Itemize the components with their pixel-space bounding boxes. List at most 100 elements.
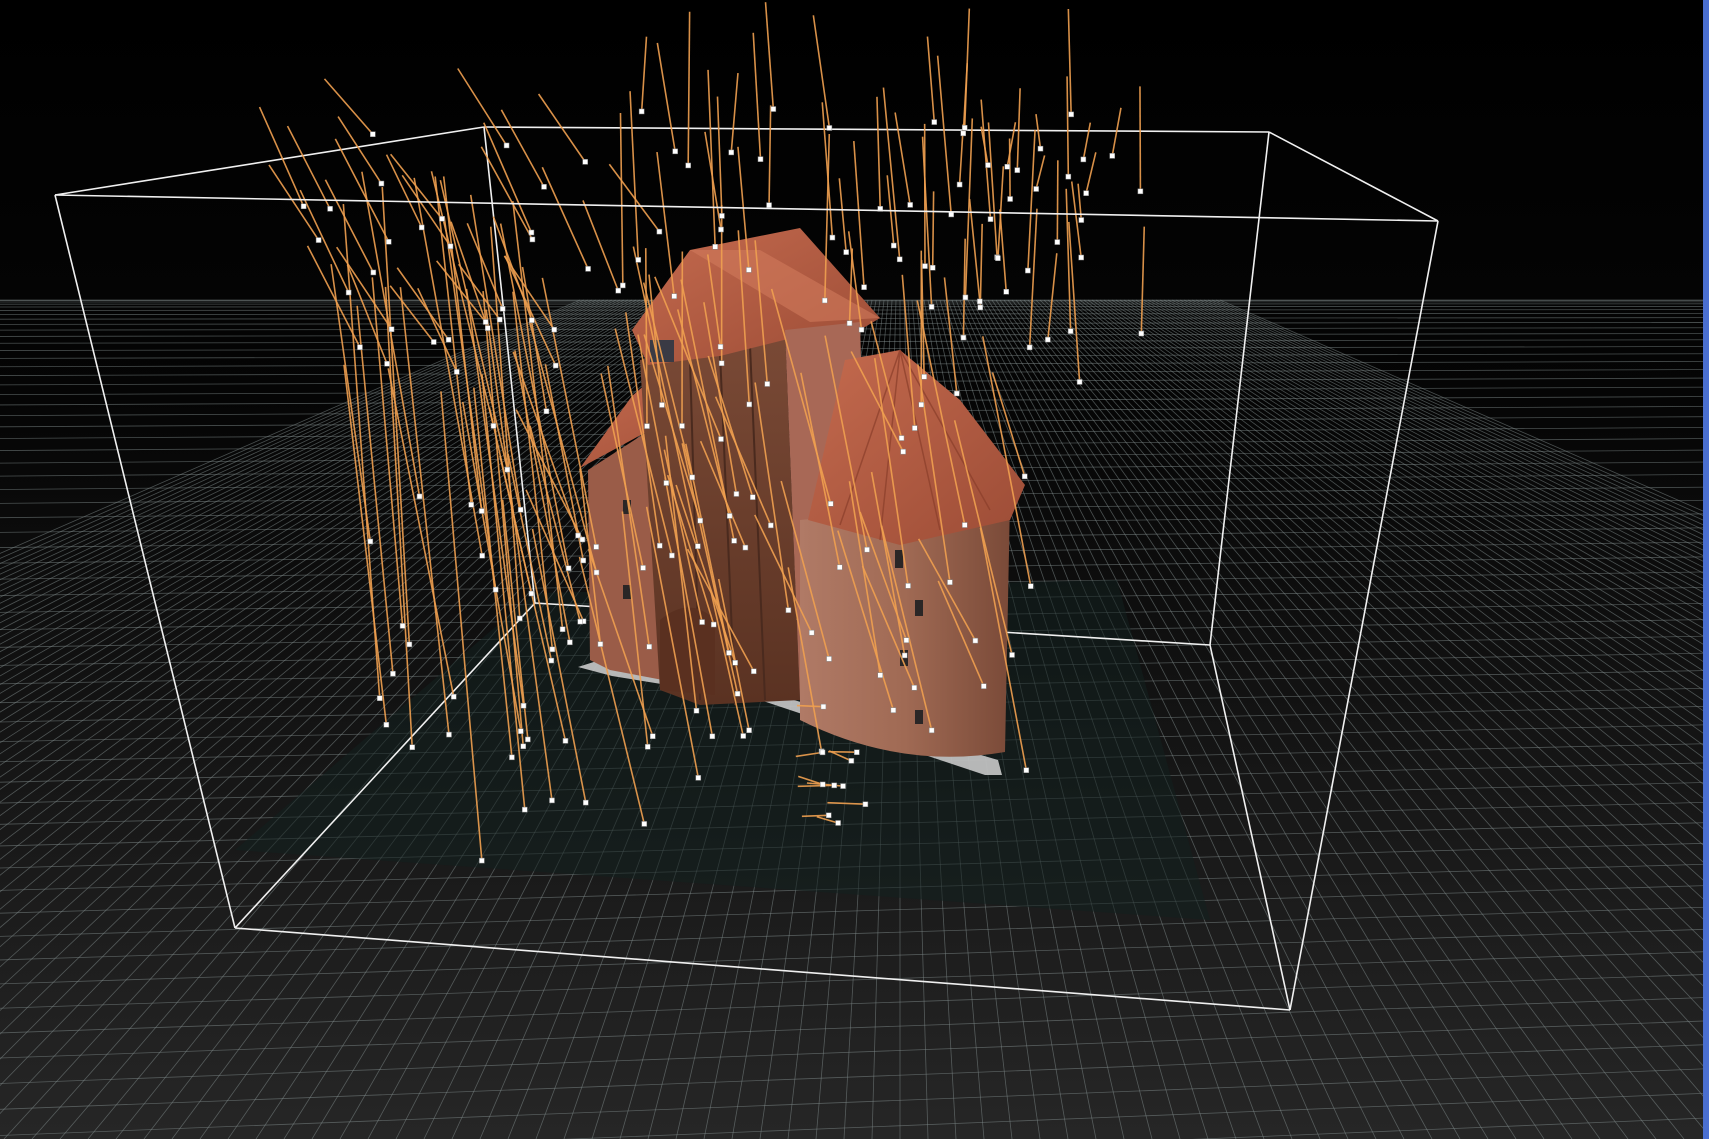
camera-center bbox=[746, 267, 752, 273]
camera-center bbox=[1009, 652, 1015, 658]
camera-center bbox=[947, 579, 953, 586]
camera-center bbox=[446, 731, 452, 738]
camera-center bbox=[1054, 239, 1061, 245]
camera-center bbox=[977, 298, 983, 305]
camera-center bbox=[746, 401, 753, 408]
camera-center bbox=[565, 565, 572, 571]
camera-center bbox=[717, 344, 724, 350]
camera-center bbox=[757, 156, 764, 162]
camera-ray bbox=[801, 814, 829, 818]
camera-center bbox=[905, 583, 911, 589]
camera-center bbox=[732, 660, 738, 666]
camera-center bbox=[1004, 164, 1011, 170]
camera-center bbox=[548, 657, 555, 664]
camera-center bbox=[370, 269, 377, 276]
camera-center bbox=[300, 203, 307, 210]
camera-center bbox=[650, 733, 656, 739]
camera-center bbox=[406, 641, 413, 648]
camera-center bbox=[1045, 336, 1051, 343]
camera-center bbox=[585, 266, 591, 272]
camera-center bbox=[646, 643, 652, 650]
camera-center bbox=[492, 586, 499, 593]
camera-center bbox=[712, 244, 718, 250]
camera-center bbox=[615, 287, 622, 294]
camera-center bbox=[499, 306, 506, 312]
camera-center bbox=[552, 362, 559, 369]
camera-center bbox=[835, 820, 841, 826]
camera-center bbox=[504, 466, 511, 473]
camera-center bbox=[656, 228, 663, 235]
camera-ray bbox=[931, 191, 935, 268]
camera-center bbox=[1078, 217, 1085, 223]
camera-center bbox=[985, 162, 991, 168]
camera-center bbox=[431, 339, 437, 345]
camera-center bbox=[525, 736, 531, 743]
camera-center bbox=[671, 293, 677, 299]
camera-center bbox=[454, 369, 460, 375]
camera-center bbox=[409, 744, 415, 750]
camera-center bbox=[327, 206, 333, 212]
camera-center bbox=[583, 799, 589, 806]
camera-center bbox=[840, 783, 846, 789]
camera-center bbox=[961, 125, 968, 131]
camera-center bbox=[580, 557, 587, 564]
camera-center bbox=[567, 639, 573, 646]
camera-center bbox=[620, 282, 626, 289]
camera-center bbox=[827, 501, 834, 507]
camera-center bbox=[528, 590, 535, 597]
camera-center bbox=[718, 226, 724, 233]
camera-center bbox=[931, 119, 938, 125]
camera-center bbox=[522, 806, 528, 813]
camera-center bbox=[962, 294, 969, 301]
camera-ray bbox=[797, 784, 835, 788]
camera-center bbox=[956, 181, 963, 188]
camera-center bbox=[864, 546, 870, 553]
camera-center bbox=[900, 448, 906, 455]
camera-center bbox=[370, 131, 376, 137]
camera-center bbox=[520, 702, 527, 709]
camera-center bbox=[528, 229, 535, 236]
camera-center bbox=[577, 618, 583, 625]
camera-center bbox=[829, 234, 836, 241]
camera-center bbox=[836, 564, 843, 571]
camera-center bbox=[345, 289, 352, 296]
camera-center bbox=[861, 284, 867, 290]
camera-center bbox=[597, 641, 604, 647]
camera-center bbox=[948, 211, 954, 218]
camera-center bbox=[987, 216, 994, 222]
camera-center bbox=[768, 522, 774, 529]
camera-center bbox=[1076, 379, 1083, 385]
camera-center bbox=[497, 316, 503, 323]
camera-center bbox=[357, 344, 363, 351]
camera-center bbox=[418, 224, 425, 231]
viewport-scroll-strip[interactable] bbox=[1703, 0, 1709, 1139]
scene-canvas[interactable] bbox=[0, 0, 1709, 1139]
camera-center bbox=[1037, 145, 1044, 152]
camera-center bbox=[962, 522, 968, 528]
camera-center bbox=[693, 708, 700, 714]
camera-center bbox=[746, 727, 752, 734]
camera-center bbox=[826, 812, 832, 819]
camera-center bbox=[685, 162, 691, 169]
camera-center bbox=[697, 517, 703, 524]
camera-center bbox=[689, 474, 695, 481]
3d-viewport[interactable] bbox=[0, 0, 1709, 1139]
camera-center bbox=[644, 423, 650, 429]
camera-center bbox=[733, 491, 740, 497]
camera-center bbox=[478, 508, 485, 514]
camera-center bbox=[450, 693, 457, 700]
camera-center bbox=[977, 304, 984, 311]
camera-center bbox=[896, 256, 903, 263]
camera-center bbox=[960, 334, 967, 341]
camera-center bbox=[509, 754, 515, 761]
camera-center bbox=[1080, 156, 1087, 163]
camera-center bbox=[877, 672, 884, 678]
camera-center bbox=[593, 569, 600, 576]
camera-center bbox=[1065, 173, 1072, 180]
camera-center bbox=[669, 552, 675, 559]
camera-center bbox=[679, 423, 685, 429]
camera-center bbox=[517, 615, 523, 622]
camera-center bbox=[751, 668, 757, 675]
camera-center bbox=[972, 637, 979, 644]
camera-center bbox=[1025, 267, 1031, 274]
